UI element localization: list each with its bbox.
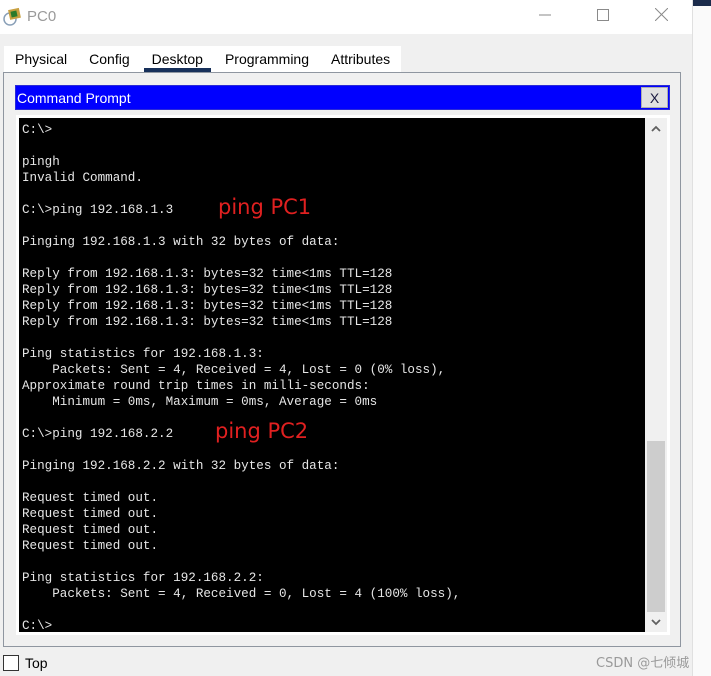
chevron-down-icon xyxy=(651,613,661,631)
terminal-line: Minimum = 0ms, Maximum = 0ms, Average = … xyxy=(22,395,378,409)
tab-config[interactable]: Config xyxy=(78,46,140,72)
minimize-icon xyxy=(539,8,551,26)
command-prompt-close-button[interactable]: X xyxy=(641,87,668,108)
scroll-thumb[interactable] xyxy=(647,441,665,612)
tab-programming[interactable]: Programming xyxy=(214,46,320,72)
terminal-line: Reply from 192.168.1.3: bytes=32 time<1m… xyxy=(22,315,393,329)
annotation-ping-pc2: ping PC2 xyxy=(215,419,309,443)
close-icon xyxy=(654,7,668,26)
close-button[interactable] xyxy=(638,0,684,34)
terminal-line: Invalid Command. xyxy=(22,171,143,185)
terminal-line: Ping statistics for 192.168.1.3: xyxy=(22,347,264,361)
terminal-line: C:\> xyxy=(22,619,53,632)
top-option: Top xyxy=(3,655,48,671)
scroll-up-button[interactable] xyxy=(645,118,667,138)
tab-desktop[interactable]: Desktop xyxy=(141,46,214,72)
terminal-line: C:\> xyxy=(22,123,53,137)
maximize-icon xyxy=(597,8,609,26)
terminal-line: Packets: Sent = 4, Received = 0, Lost = … xyxy=(22,587,461,601)
watermark: CSDN @七倾城 xyxy=(596,656,690,671)
tab-physical[interactable]: Physical xyxy=(4,46,78,72)
terminal-line: Request timed out. xyxy=(22,507,159,521)
terminal-line: Pinging 192.168.2.2 with 32 bytes of dat… xyxy=(22,459,340,473)
terminal-output[interactable]: C:\> pingh Invalid Command. C:\>ping 192.16… xyxy=(19,118,645,632)
minimize-button[interactable] xyxy=(522,0,568,34)
terminal-line: pingh xyxy=(22,155,60,169)
terminal-line: Request timed out. xyxy=(22,539,159,553)
background-window-corner xyxy=(693,0,711,6)
chevron-up-icon xyxy=(651,119,661,137)
command-prompt-titlebar: Command Prompt X xyxy=(15,85,670,110)
desktop-panel: Command Prompt X C:\> pingh Invalid Comman… xyxy=(3,72,681,647)
top-checkbox-label: Top xyxy=(25,655,48,671)
terminal-line: Approximate round trip times in milli-se… xyxy=(22,379,370,393)
title-bar: PC0 xyxy=(0,0,692,34)
top-checkbox[interactable] xyxy=(3,655,19,671)
terminal-line: Request timed out. xyxy=(22,523,159,537)
terminal-line: Packets: Sent = 4, Received = 4, Lost = … xyxy=(22,363,446,377)
terminal-line: Request timed out. xyxy=(22,491,159,505)
command-prompt-title: Command Prompt xyxy=(17,90,131,106)
terminal-line: Reply from 192.168.1.3: bytes=32 time<1m… xyxy=(22,267,393,281)
device-tabs: Physical Config Desktop Programming Attr… xyxy=(4,46,402,72)
terminal-line: Reply from 192.168.1.3: bytes=32 time<1m… xyxy=(22,283,393,297)
pc0-window: PC0 Physical Config Desktop Programming … xyxy=(0,0,692,676)
scroll-down-button[interactable] xyxy=(645,612,667,632)
annotation-ping-pc1: ping PC1 xyxy=(218,195,312,219)
tab-attributes[interactable]: Attributes xyxy=(320,46,401,72)
packet-tracer-pc-icon xyxy=(3,7,23,27)
terminal-line: Ping statistics for 192.168.2.2: xyxy=(22,571,264,585)
terminal-frame: C:\> pingh Invalid Command. C:\>ping 192.16… xyxy=(16,115,670,635)
terminal-line: Pinging 192.168.1.3 with 32 bytes of dat… xyxy=(22,235,340,249)
terminal-scrollbar[interactable] xyxy=(645,118,667,632)
terminal-line: Reply from 192.168.1.3: bytes=32 time<1m… xyxy=(22,299,393,313)
window-title: PC0 xyxy=(27,8,57,25)
maximize-button[interactable] xyxy=(580,0,626,34)
background-window-edge xyxy=(692,0,711,676)
